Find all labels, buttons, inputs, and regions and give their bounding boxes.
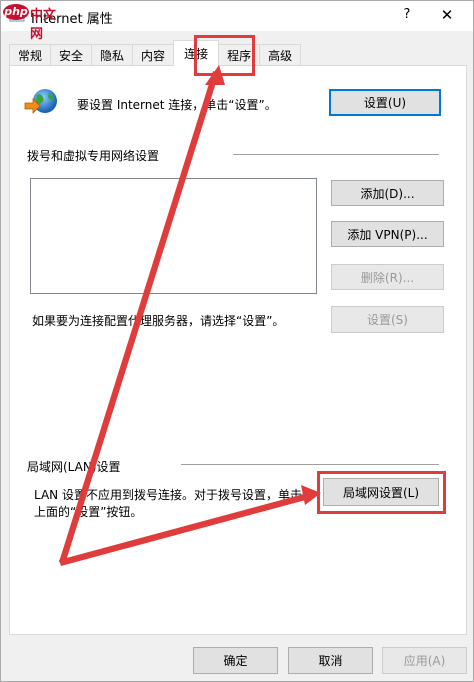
globe-network-icon <box>24 89 57 114</box>
internet-properties-dialog: Internet 属性 ? ✕ php 中文网 常规 安全 隐私 内容 连接 程… <box>0 0 474 682</box>
close-button[interactable]: ✕ <box>429 4 465 26</box>
dialup-section-label: 拨号和虚拟专用网络设置 <box>27 147 160 164</box>
php-logo-text: 中文网 <box>30 8 57 42</box>
lan-settings-button[interactable]: 局域网设置(L) <box>323 478 439 506</box>
lan-section-label: 局域网(LAN)设置 <box>27 458 121 475</box>
apply-button[interactable]: 应用(A) <box>382 647 467 674</box>
tab-privacy[interactable]: 隐私 <box>91 44 134 66</box>
tab-connections[interactable]: 连接 <box>173 40 220 66</box>
connections-listbox[interactable] <box>30 178 317 294</box>
add-vpn-button[interactable]: 添加 VPN(P)... <box>331 221 444 247</box>
proxy-text: 如果要为连接配置代理服务器，请选择“设置”。 <box>32 314 285 328</box>
tab-general[interactable]: 常规 <box>9 44 52 66</box>
setup-button[interactable]: 设置(U) <box>329 89 441 116</box>
title-bar: Internet 属性 ? ✕ <box>1 1 473 31</box>
dialup-section-divider <box>233 154 439 155</box>
add-button[interactable]: 添加(D)... <box>331 180 444 206</box>
ok-button[interactable]: 确定 <box>193 647 278 674</box>
php-cn-logo: php 中文网 <box>3 2 65 42</box>
remove-button[interactable]: 删除(R)... <box>331 264 444 290</box>
intro-text: 要设置 Internet 连接，单击“设置”。 <box>77 98 277 112</box>
lan-text-line1: LAN 设置不应用到拨号连接。对于拨号设置，单击 <box>34 488 302 502</box>
help-button[interactable]: ? <box>395 4 419 26</box>
tab-security[interactable]: 安全 <box>50 44 93 66</box>
php-logo-mark: php <box>3 4 29 20</box>
lan-text-line2: 上面的“设置”按钮。 <box>34 505 143 519</box>
tab-strip: 常规 安全 隐私 内容 连接 程序 高级 <box>9 40 302 66</box>
tab-programs[interactable]: 程序 <box>218 44 261 66</box>
lan-section-divider <box>181 464 439 465</box>
tab-content[interactable]: 内容 <box>132 44 175 66</box>
tab-advanced[interactable]: 高级 <box>259 44 302 66</box>
settings-button[interactable]: 设置(S) <box>331 306 444 333</box>
cancel-button[interactable]: 取消 <box>288 647 373 674</box>
